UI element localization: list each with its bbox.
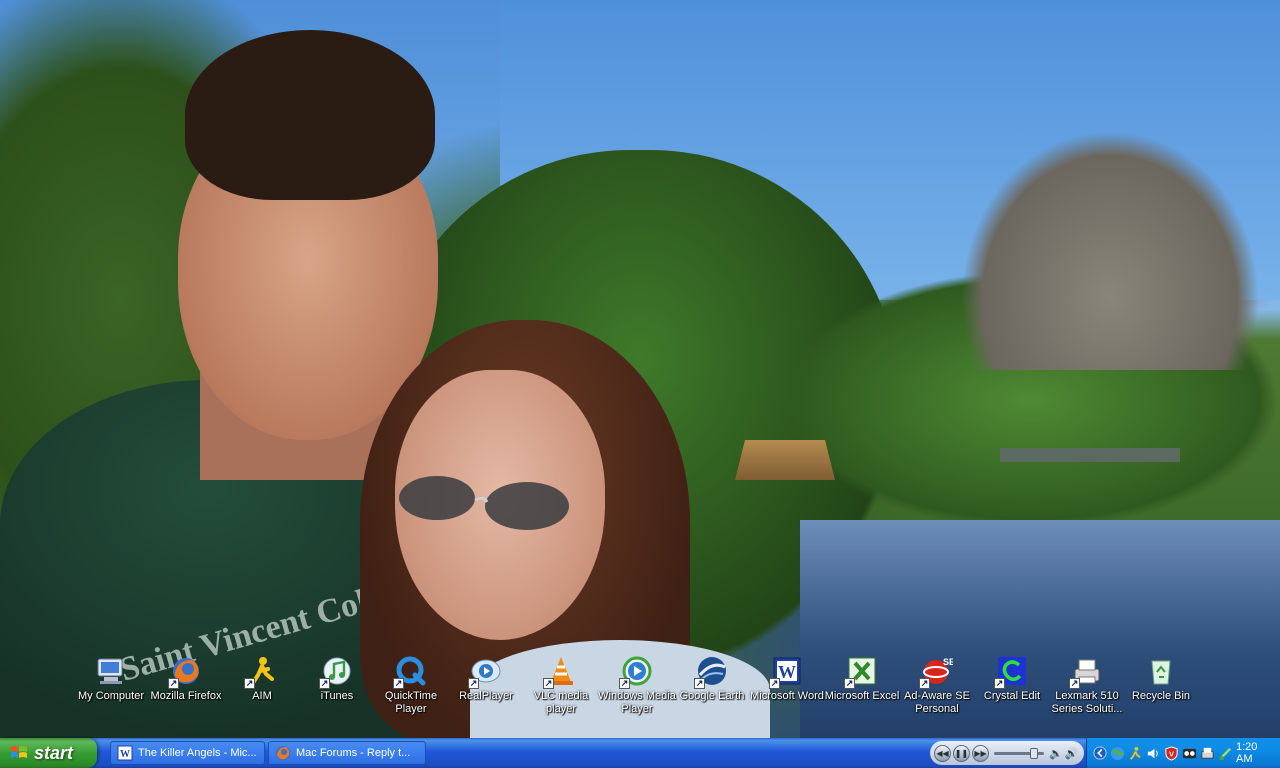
desktop-icon-label: Crystal Edit	[983, 690, 1041, 702]
shortcut-arrow-icon: ↗	[994, 678, 1005, 689]
svg-text:W: W	[778, 662, 796, 682]
start-button[interactable]: start	[0, 738, 97, 768]
media-player-toolbar: ◀◀ ❚❚ ▶▶ 🔈 🔊	[930, 741, 1084, 765]
shortcut-arrow-icon: ↗	[844, 678, 855, 689]
taskbar: start W The Killer Angels - Mic... Mac F…	[0, 738, 1280, 768]
realplayer-icon: ↗	[468, 655, 502, 689]
lexmark-printer-icon: ↗	[1069, 655, 1103, 689]
google-earth-icon: ↗	[694, 655, 728, 689]
desktop-icon-recycle-bin[interactable]: Recycle Bin	[1123, 655, 1199, 725]
volume-icon[interactable]: 🔈	[1049, 747, 1063, 760]
desktop-icon-microsoft-excel[interactable]: ↗ Microsoft Excel	[824, 655, 900, 725]
volume-up-icon[interactable]: 🔊	[1065, 747, 1079, 760]
microsoft-excel-icon: ↗	[844, 655, 878, 689]
desktop-icon-label: RealPlayer	[459, 690, 513, 702]
my-computer-icon	[95, 655, 127, 687]
shortcut-arrow-icon: ↗	[619, 678, 630, 689]
shortcut-arrow-icon: ↗	[1069, 678, 1080, 689]
desktop-icon-windows-media-player[interactable]: ↗ Windows Media Player	[598, 655, 676, 725]
desktop-icon-vlc-media-player[interactable]: ↗ VLC media player	[523, 655, 599, 725]
desktop-icon-ad-aware[interactable]: SE ↗ Ad-Aware SE Personal	[899, 655, 975, 725]
taskbar-task-label: The Killer Angels - Mic...	[138, 747, 257, 759]
desktop-icon-label: Lexmark 510 Series Soluti...	[1051, 690, 1123, 715]
desktop-icon-label: Windows Media Player	[598, 690, 676, 715]
desktop-icon-crystal-edit[interactable]: ↗ Crystal Edit	[974, 655, 1050, 725]
desktop-icon-label: Ad-Aware SE Personal	[904, 690, 970, 715]
svg-text:V: V	[1169, 749, 1174, 758]
shortcut-arrow-icon: ↗	[468, 678, 479, 689]
antivirus-shield-icon[interactable]: V	[1164, 745, 1179, 761]
svg-text:W: W	[120, 749, 130, 760]
show-hidden-chevron-icon[interactable]	[1093, 745, 1107, 761]
itunes-icon: ↗	[319, 655, 353, 689]
svg-text:SE: SE	[943, 657, 953, 667]
desktop-icon-label: QuickTime Player	[384, 690, 438, 715]
desktop-icon-microsoft-word[interactable]: W ↗ Microsoft Word	[749, 655, 825, 725]
aim-icon: ↗	[244, 655, 278, 689]
crystal-edit-icon: ↗	[994, 655, 1028, 689]
desktop-icon-label: Google Earth	[679, 690, 745, 702]
desktop-icon-aim[interactable]: ↗ AIM	[224, 655, 300, 725]
pause-button[interactable]: ❚❚	[953, 744, 970, 762]
firefox-icon: ↗	[168, 655, 202, 689]
firefox-icon	[276, 746, 290, 760]
shortcut-arrow-icon: ↗	[919, 678, 930, 689]
desktop-icon-my-computer[interactable]: My Computer	[73, 655, 149, 725]
desktop-icon-lexmark[interactable]: ↗ Lexmark 510 Series Soluti...	[1049, 655, 1125, 725]
microsoft-word-icon: W	[117, 745, 133, 761]
shortcut-arrow-icon: ↗	[543, 678, 554, 689]
taskbar-task-firefox[interactable]: Mac Forums - Reply t...	[268, 741, 426, 765]
taskbar-task-word[interactable]: W The Killer Angels - Mic...	[110, 741, 265, 765]
windows-media-player-icon: ↗	[619, 655, 653, 689]
recycle-bin-icon	[1145, 655, 1177, 687]
volume-tray-icon[interactable]	[1146, 745, 1161, 761]
taskbar-clock[interactable]: 1:20 AM	[1236, 741, 1264, 765]
system-tray: V 1:20 AM	[1086, 738, 1280, 768]
shortcut-arrow-icon: ↗	[769, 678, 780, 689]
ad-aware-icon: SE ↗	[919, 655, 953, 689]
desktop-icon-realplayer[interactable]: ↗ RealPlayer	[448, 655, 524, 725]
network-globe-icon[interactable]	[1110, 745, 1125, 761]
lexmark-tray-icon[interactable]	[1200, 745, 1215, 761]
desktop-icon-label: VLC media player	[533, 690, 589, 715]
desktop-icon-label: My Computer	[77, 690, 145, 702]
taskbar-task-label: Mac Forums - Reply t...	[296, 747, 411, 759]
desktop-icon-mozilla-firefox[interactable]: ↗ Mozilla Firefox	[148, 655, 224, 725]
quicktime-icon: ↗	[393, 655, 427, 689]
volume-slider[interactable]	[994, 747, 1044, 759]
next-track-button[interactable]: ▶▶	[972, 744, 989, 762]
desktop-icon-google-earth[interactable]: ↗ Google Earth	[674, 655, 750, 725]
shortcut-arrow-icon: ↗	[694, 678, 705, 689]
messenger-icon[interactable]	[1182, 745, 1197, 761]
shortcut-arrow-icon: ↗	[244, 678, 255, 689]
desktop-icons: My Computer ↗ Mozilla Firefox ↗ AIM ↗ iT…	[0, 0, 1280, 738]
previous-track-button[interactable]: ◀◀	[934, 744, 951, 762]
aim-tray-icon[interactable]	[1128, 745, 1143, 761]
windows-logo-icon	[11, 746, 27, 758]
desktop-icon-quicktime-player[interactable]: ↗ QuickTime Player	[373, 655, 449, 725]
desktop-icon-label: Recycle Bin	[1131, 690, 1191, 702]
desktop-icon-label: iTunes	[320, 690, 354, 702]
shortcut-arrow-icon: ↗	[319, 678, 330, 689]
desktop-icon-itunes[interactable]: ↗ iTunes	[299, 655, 375, 725]
desktop-icon-label: Microsoft Word	[750, 690, 824, 702]
shortcut-arrow-icon: ↗	[393, 678, 404, 689]
volume-slider-thumb[interactable]	[1029, 747, 1038, 759]
desktop-icon-label: Mozilla Firefox	[150, 690, 222, 702]
shortcut-arrow-icon: ↗	[168, 678, 179, 689]
safely-remove-hardware-icon[interactable]	[1218, 745, 1233, 761]
vlc-icon: ↗	[543, 655, 577, 689]
desktop-icon-label: AIM	[252, 690, 272, 702]
microsoft-word-icon: W ↗	[769, 655, 803, 689]
start-label: start	[34, 742, 74, 763]
desktop-icon-label: Microsoft Excel	[824, 690, 900, 702]
